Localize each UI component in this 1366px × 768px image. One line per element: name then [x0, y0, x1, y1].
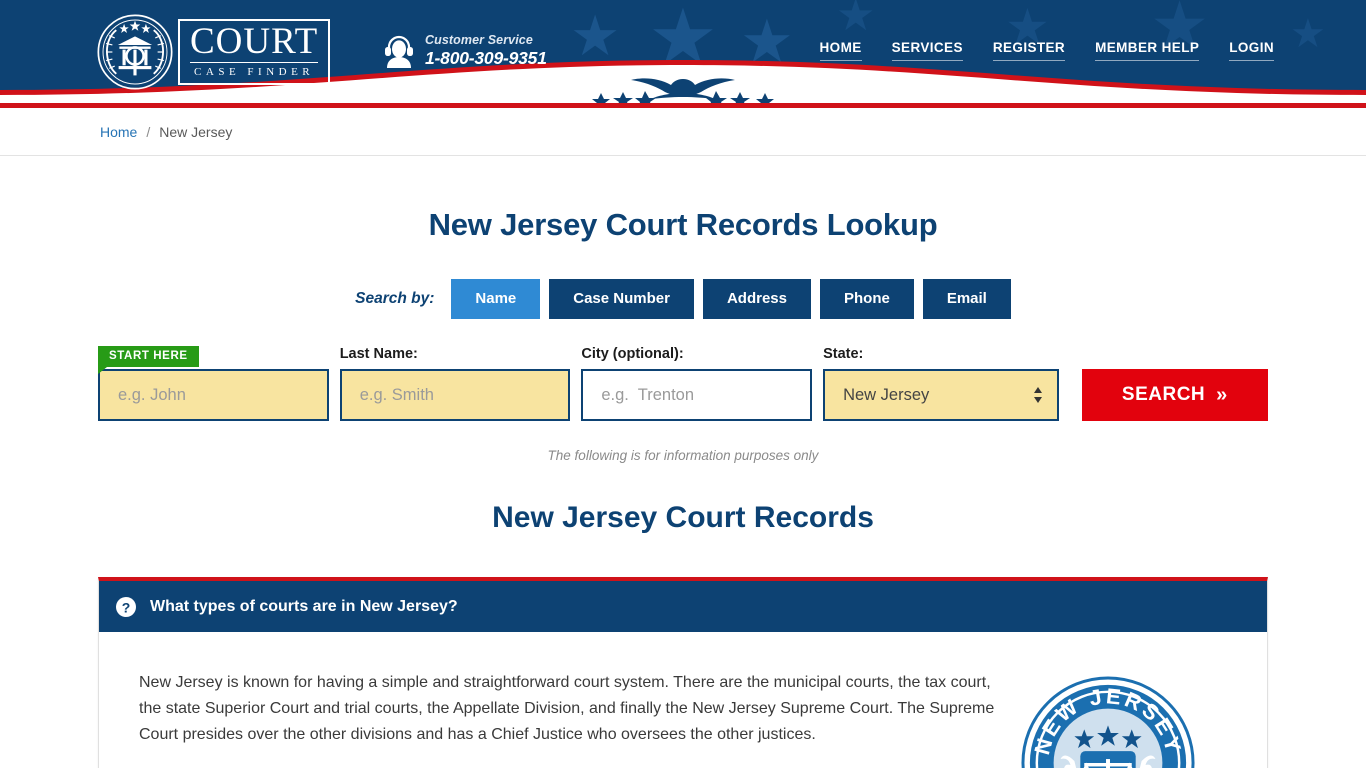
city-input[interactable] [581, 369, 813, 421]
breadcrumb-current: New Jersey [159, 123, 233, 140]
disclaimer-text: The following is for information purpose… [547, 448, 819, 463]
page-title: New Jersey Court Records Lookup [428, 207, 938, 242]
nav-item-services[interactable]: SERVICES [891, 40, 963, 61]
nav-item-home[interactable]: HOME [819, 40, 862, 61]
site-header: ★ ★ ★ ★ ★ ★ ★ COURT CASE FINDER Customer… [0, 0, 1366, 103]
double-chevron-right-icon: » [1216, 384, 1228, 406]
breadcrumb-separator: / [146, 123, 151, 140]
svg-text:?: ? [122, 599, 131, 615]
faq-card: ? What types of courts are in New Jersey… [98, 577, 1268, 768]
customer-service-label: Customer Service [425, 33, 533, 47]
section-title: New Jersey Court Records [492, 501, 874, 534]
main-content: New Jersey Court Records Lookup Search b… [0, 207, 1366, 768]
state-select[interactable] [823, 369, 1059, 421]
search-button-label: SEARCH [1121, 384, 1206, 405]
logo-subtitle: CASE FINDER [194, 66, 315, 79]
site-logo[interactable]: COURT CASE FINDER [96, 8, 348, 96]
city-label: City (optional): [581, 346, 684, 362]
faq-answer: New Jersey is known for having a simple … [139, 674, 995, 744]
tab-case-number[interactable]: Case Number [549, 279, 694, 319]
city-field-group: City (optional): [581, 346, 813, 421]
customer-service-block[interactable]: Customer Service 1-800-309-9351 [383, 33, 547, 69]
tab-email[interactable]: Email [922, 279, 1011, 319]
customer-service-phone[interactable]: 1-800-309-9351 [425, 48, 547, 69]
main-navigation: HOME SERVICES REGISTER MEMBER HELP LOGIN [819, 40, 1274, 61]
state-label: State: [823, 346, 864, 362]
faq-header[interactable]: ? What types of courts are in New Jersey… [99, 581, 1267, 632]
nav-item-login[interactable]: LOGIN [1229, 40, 1274, 61]
nav-item-register[interactable]: REGISTER [992, 40, 1066, 61]
faq-question: What types of courts are in New Jersey? [150, 597, 458, 615]
state-field-group: State: [823, 346, 1059, 421]
last-name-label: Last Name: [339, 346, 418, 362]
question-mark-circle-icon: ? [116, 596, 136, 617]
search-button[interactable]: SEARCH » [1081, 369, 1268, 421]
logo-title: COURT [190, 20, 319, 62]
search-form: START HERE First Name: Last Name: City (… [0, 346, 1366, 421]
new-jersey-court-seal-icon: NEW JERSEY [1021, 676, 1195, 768]
nav-item-member-help[interactable]: MEMBER HELP [1095, 40, 1200, 61]
tab-name[interactable]: Name [451, 279, 541, 319]
search-by-tabs: Search by: Name Case Number Address Phon… [0, 279, 1366, 319]
logo-divider [190, 62, 319, 64]
tab-address[interactable]: Address [702, 279, 811, 319]
faq-body: New Jersey is known for having a simple … [99, 632, 1267, 768]
last-name-input[interactable] [339, 369, 571, 421]
start-here-badge: START HERE [98, 346, 199, 374]
logo-wordmark: COURT CASE FINDER [178, 18, 331, 86]
court-seal-icon [97, 14, 173, 90]
breadcrumb: Home / New Jersey [0, 108, 1366, 156]
first-name-input[interactable] [98, 369, 329, 421]
tab-phone[interactable]: Phone [819, 279, 914, 319]
breadcrumb-home[interactable]: Home [100, 124, 137, 140]
headset-support-icon [385, 35, 413, 68]
search-by-label: Search by: [355, 290, 435, 307]
last-name-field-group: Last Name: [339, 346, 571, 421]
